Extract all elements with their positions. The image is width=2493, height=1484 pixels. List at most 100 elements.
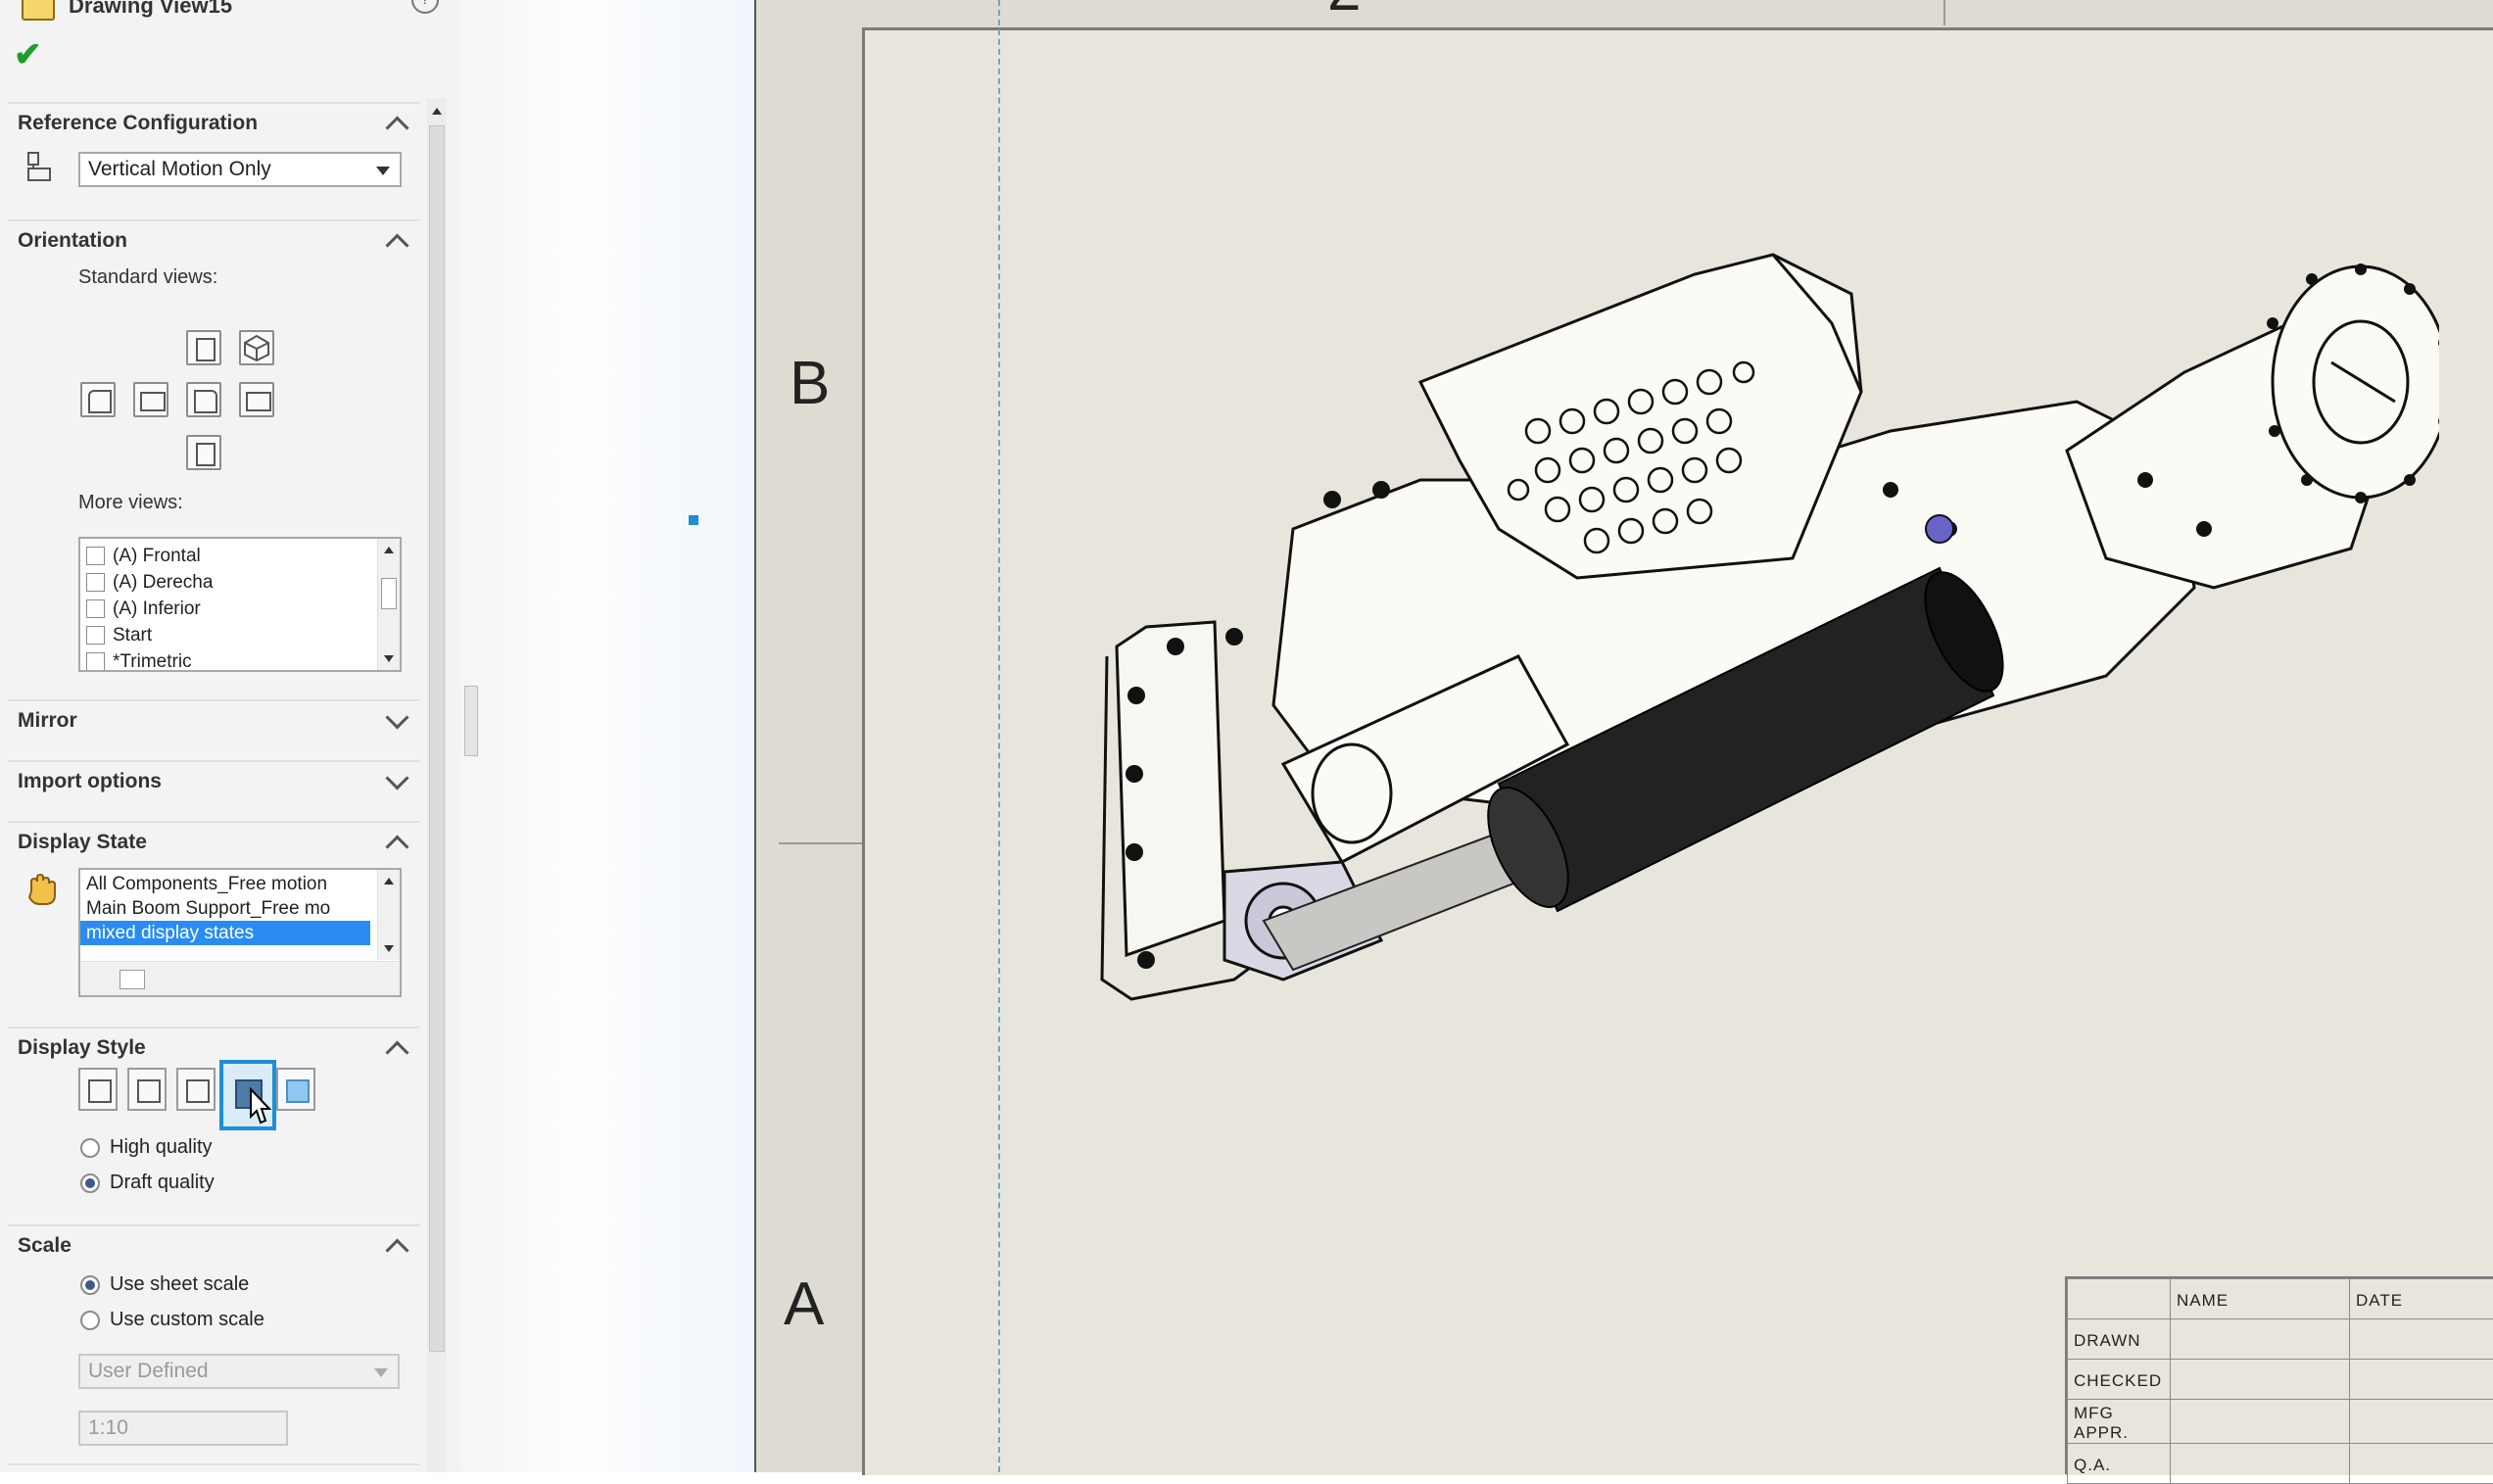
list-item[interactable]: (A) Frontal [80,543,400,569]
title-block-cell[interactable] [2171,1400,2350,1444]
title-block-cell[interactable] [2350,1400,2493,1444]
section-display-state[interactable]: Display State [8,821,419,862]
right-view-button[interactable] [186,382,221,417]
ok-checkmark-icon[interactable]: ✔ [14,35,42,74]
configuration-value: Vertical Motion Only [88,158,271,181]
hidden-lines-visible-style-button[interactable] [127,1068,167,1111]
title-block[interactable]: NAME DATE DRAWN CHECKED MFG APPR. Q.A. [2065,1276,2493,1474]
left-view-button[interactable] [80,382,116,417]
zone-label-a: A [784,1269,824,1339]
title-block-cell[interactable] [2171,1319,2350,1360]
title-block-cell[interactable] [2350,1444,2493,1484]
radio-button[interactable] [80,1275,100,1295]
custom-scale-dropdown[interactable]: User Defined [78,1354,400,1389]
title-block-cell[interactable] [2171,1444,2350,1484]
more-views-list[interactable]: (A) Frontal (A) Derecha (A) Inferior Sta… [78,537,402,672]
item-label: Start [113,625,152,646]
section-title: Orientation [18,229,127,253]
scroll-up-icon[interactable] [432,108,442,115]
scroll-down-icon[interactable] [384,655,394,662]
radio-label: Draft quality [110,1172,215,1194]
shaded-style-button[interactable] [276,1068,315,1111]
list-item[interactable]: All Components_Free motion [80,872,400,896]
collapse-chevron-icon[interactable] [385,116,408,139]
isometric-view-button[interactable] [239,330,274,365]
isometric-cube-icon [241,332,272,363]
radio-label: Use custom scale [110,1309,264,1331]
list-item[interactable]: Main Boom Support_Free mo [80,896,400,921]
checkbox[interactable] [86,547,105,565]
list-item-selected[interactable]: mixed display states [80,921,370,945]
section-title: Display State [18,831,147,854]
high-quality-radio[interactable]: High quality [80,1136,213,1159]
title-block-cell[interactable] [2350,1319,2493,1360]
radio-button[interactable] [80,1173,100,1193]
drawing-view-model[interactable] [1087,235,2439,1234]
radio-label: High quality [110,1136,213,1159]
use-sheet-scale-radio[interactable]: Use sheet scale [80,1273,249,1296]
help-icon[interactable]: ? [411,0,439,14]
panel-scrollbar[interactable] [427,98,447,1472]
display-state-list[interactable]: All Components_Free motion Main Boom Sup… [78,868,402,997]
hidden-lines-removed-style-button[interactable] [176,1068,216,1111]
date-column-header: DATE [2350,1279,2493,1319]
collapse-chevron-icon[interactable] [385,1040,408,1064]
draft-quality-radio[interactable]: Draft quality [80,1172,215,1194]
configuration-dropdown[interactable]: Vertical Motion Only [78,152,402,187]
shaded-cube-icon [286,1079,310,1103]
scroll-up-icon[interactable] [384,878,394,885]
list-item[interactable]: Start [80,622,400,648]
title-block-cell[interactable] [2350,1360,2493,1400]
scroll-thumb[interactable] [381,578,397,609]
expand-chevron-icon[interactable] [385,766,408,790]
collapse-chevron-icon[interactable] [385,233,408,257]
scroll-down-icon[interactable] [384,945,394,952]
checkbox[interactable] [86,599,105,618]
list-item[interactable]: (A) Derecha [80,569,400,596]
checkbox[interactable] [86,626,105,645]
item-label: All Components_Free motion [86,874,327,895]
custom-scale-input[interactable]: 1:10 [78,1411,288,1446]
checkbox[interactable] [86,652,105,671]
radio-button[interactable] [80,1138,100,1158]
list-scrollbar[interactable] [377,870,400,960]
scroll-thumb[interactable] [120,970,145,989]
list-item[interactable]: *Trimetric [80,648,400,672]
section-import-options[interactable]: Import options [8,760,419,801]
section-reference-configuration[interactable]: Reference Configuration [8,102,419,143]
front-view-button[interactable] [133,382,168,417]
item-label: mixed display states [86,923,254,944]
checkbox[interactable] [86,573,105,592]
expand-chevron-icon[interactable] [385,705,408,729]
title-block-cell[interactable] [2171,1360,2350,1400]
use-custom-scale-radio[interactable]: Use custom scale [80,1309,264,1331]
view-boundary-dashed-line [998,0,1000,1472]
sheet-border-tick [779,842,862,844]
title-block-row-label: Q.A. [2068,1444,2171,1484]
top-view-button[interactable] [186,330,221,365]
radio-button[interactable] [80,1311,100,1330]
custom-scale-value: 1:10 [88,1416,128,1440]
list-item[interactable]: (A) Inferior [80,596,400,622]
horizontal-scrollbar[interactable] [80,961,400,995]
scroll-thumb[interactable] [429,125,445,1352]
section-display-style[interactable]: Display Style [8,1027,419,1068]
collapse-chevron-icon[interactable] [385,1238,408,1262]
scroll-up-icon[interactable] [384,547,394,553]
section-scale[interactable]: Scale [8,1224,419,1266]
splitter-grip[interactable] [464,686,478,756]
collapse-chevron-icon[interactable] [385,835,408,858]
dropdown-arrow-icon [376,167,390,175]
item-label: *Trimetric [113,651,192,673]
wireframe-style-button[interactable] [78,1068,118,1111]
section-title: Display Style [18,1036,146,1060]
panel-splitter[interactable] [460,0,756,1472]
hidden-lines-visible-icon [137,1079,161,1103]
zone-label-top: 2 [1327,0,1361,24]
section-title: Mirror [18,709,77,733]
section-mirror[interactable]: Mirror [8,699,419,741]
section-orientation[interactable]: Orientation [8,219,419,261]
back-view-button[interactable] [239,382,274,417]
list-scrollbar[interactable] [377,539,400,670]
bottom-view-button[interactable] [186,435,221,470]
